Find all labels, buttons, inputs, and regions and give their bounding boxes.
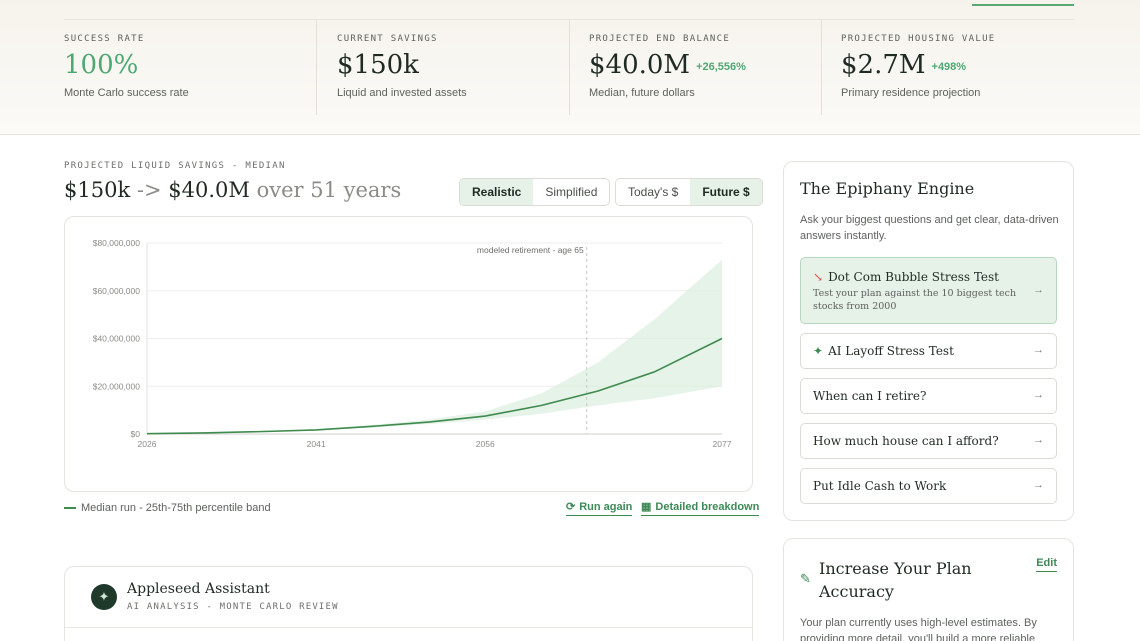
retirement-annotation: modeled retirement - age 65	[477, 245, 584, 255]
plan-accuracy-card: ✎ Increase Your Plan Accuracy Edit Your …	[783, 538, 1074, 641]
chart-legend: Median run - 25th-75th percentile band	[64, 502, 271, 514]
projection-label: PROJECTED LIQUID SAVINGS - MEDIAN	[64, 161, 286, 171]
stat-label: PROJECTED HOUSING VALUE	[841, 34, 996, 44]
stat-divider	[821, 20, 822, 115]
x-tick-label: 2077	[713, 439, 732, 449]
mode-simplified-button[interactable]: Simplified	[533, 179, 609, 205]
accuracy-description: Your plan currently uses high-level esti…	[800, 617, 1037, 641]
edit-button[interactable]: Edit	[1036, 557, 1057, 572]
engine-description: Ask your biggest questions and get clear…	[800, 214, 1059, 242]
assistant-card: ✦ Appleseed Assistant AI ANALYSIS - MONT…	[64, 566, 753, 641]
stats-band: SUCCESS RATE 100% Monte Carlo success ra…	[0, 0, 1140, 135]
question-idle-cash[interactable]: Put Idle Cash to Work →	[800, 468, 1057, 504]
legend-line-swatch	[64, 507, 76, 509]
projection-from: $150k	[64, 178, 131, 202]
detailed-breakdown-button[interactable]: ▦ Detailed breakdown	[641, 500, 760, 516]
detailed-breakdown-label: Detailed breakdown	[655, 500, 760, 513]
stat-divider	[569, 20, 570, 115]
stat-housing-value: PROJECTED HOUSING VALUE $2.7M +498% Prima…	[841, 20, 1074, 115]
y-tick-label: $0	[131, 429, 141, 439]
trending-down-icon: ↘	[813, 270, 824, 284]
question-label: How much house can I afford?	[813, 434, 999, 448]
sparkle-icon: ✦	[91, 584, 117, 610]
stat-sub: Primary residence projection	[841, 87, 981, 99]
dollars-toggle: Today's $ Future $	[615, 178, 763, 206]
question-label: ✦ AI Layoff Stress Test	[813, 344, 954, 358]
arrow-right-icon: →	[1033, 434, 1044, 446]
question-description: Test your plan against the 10 biggest te…	[813, 288, 1017, 312]
y-tick-label: $20,000,000	[93, 381, 141, 391]
refresh-icon: ⟳	[566, 501, 576, 513]
question-label: ↘ Dot Com Bubble Stress Test	[813, 270, 999, 284]
stat-value: $150k	[337, 50, 419, 80]
arrow-right-icon: →	[1033, 284, 1044, 296]
projection-chart-card: $0 $20,000,000 $40,000,000 $60,000,000 $80,0…	[64, 216, 753, 492]
question-ai-layoff-stress-test[interactable]: ✦ AI Layoff Stress Test →	[800, 333, 1057, 369]
stat-value: 100%	[64, 50, 139, 80]
run-again-button[interactable]: ⟳ Run again	[566, 500, 633, 516]
projection-title: $150k -> $40.0M over 51 years	[64, 178, 401, 202]
assistant-subtitle: AI ANALYSIS - MONTE CARLO REVIEW	[127, 602, 339, 612]
stat-divider	[316, 20, 317, 115]
stat-end-balance: PROJECTED END BALANCE $40.0M +26,556% Med…	[589, 20, 821, 115]
question-label: Put Idle Cash to Work	[813, 479, 947, 493]
accuracy-title: Increase Your Plan Accuracy	[819, 559, 972, 601]
stat-delta: +26,556%	[696, 61, 746, 73]
percentile-band	[147, 259, 722, 434]
stat-current-savings: CURRENT SAVINGS $150k Liquid and investe…	[337, 20, 569, 115]
stat-sub: Liquid and invested assets	[337, 87, 467, 99]
question-dot-com-stress-test[interactable]: ↘ Dot Com Bubble Stress Test Test your pl…	[800, 257, 1057, 324]
arrow-right-icon: →	[1033, 344, 1044, 356]
y-tick-label: $80,000,000	[93, 238, 141, 248]
stat-sub: Median, future dollars	[589, 87, 695, 99]
stat-label: CURRENT SAVINGS	[337, 34, 438, 44]
epiphany-engine-card: The Epiphany Engine Ask your biggest que…	[783, 161, 1074, 521]
run-again-label: Run again	[579, 500, 633, 513]
pencil-icon: ✎	[800, 571, 811, 586]
arrow-right-icon: →	[1033, 389, 1044, 401]
engine-title: The Epiphany Engine	[800, 179, 975, 198]
question-when-retire[interactable]: When can I retire? →	[800, 378, 1057, 414]
sparkle-icon: ✦	[813, 344, 824, 358]
stat-value: $2.7M +498%	[841, 50, 967, 80]
projection-chart: $0 $20,000,000 $40,000,000 $60,000,000 $80,0…	[93, 238, 732, 449]
todays-dollars-button[interactable]: Today's $	[616, 179, 690, 205]
future-dollars-button[interactable]: Future $	[690, 179, 762, 205]
x-tick-label: 2041	[307, 439, 326, 449]
stat-success-rate: SUCCESS RATE 100% Monte Carlo success ra…	[64, 20, 316, 115]
cut-off-button[interactable]	[972, 0, 1074, 6]
question-label: When can I retire?	[813, 389, 927, 403]
projection-to: $40.0M	[168, 178, 250, 202]
projection-span: over 51 years	[256, 178, 402, 202]
table-icon: ▦	[641, 501, 652, 513]
x-tick-label: 2026	[138, 439, 157, 449]
y-tick-label: $40,000,000	[93, 334, 141, 344]
stat-value: $40.0M +26,556%	[589, 50, 746, 80]
y-tick-label: $60,000,000	[93, 286, 141, 296]
mode-realistic-button[interactable]: Realistic	[460, 179, 534, 205]
stat-delta: +498%	[931, 61, 967, 73]
stat-label: PROJECTED END BALANCE	[589, 34, 731, 44]
question-house-afford[interactable]: How much house can I afford? →	[800, 423, 1057, 459]
stat-label: SUCCESS RATE	[64, 34, 145, 44]
stat-sub: Monte Carlo success rate	[64, 87, 189, 99]
assistant-title: Appleseed Assistant	[127, 581, 270, 597]
arrow-right-icon: →	[1033, 479, 1044, 491]
mode-toggle: Realistic Simplified	[459, 178, 611, 206]
divider	[65, 627, 752, 628]
x-tick-label: 2056	[476, 439, 495, 449]
projection-arrow: ->	[136, 178, 162, 202]
legend-text: Median run - 25th-75th percentile band	[81, 502, 271, 514]
